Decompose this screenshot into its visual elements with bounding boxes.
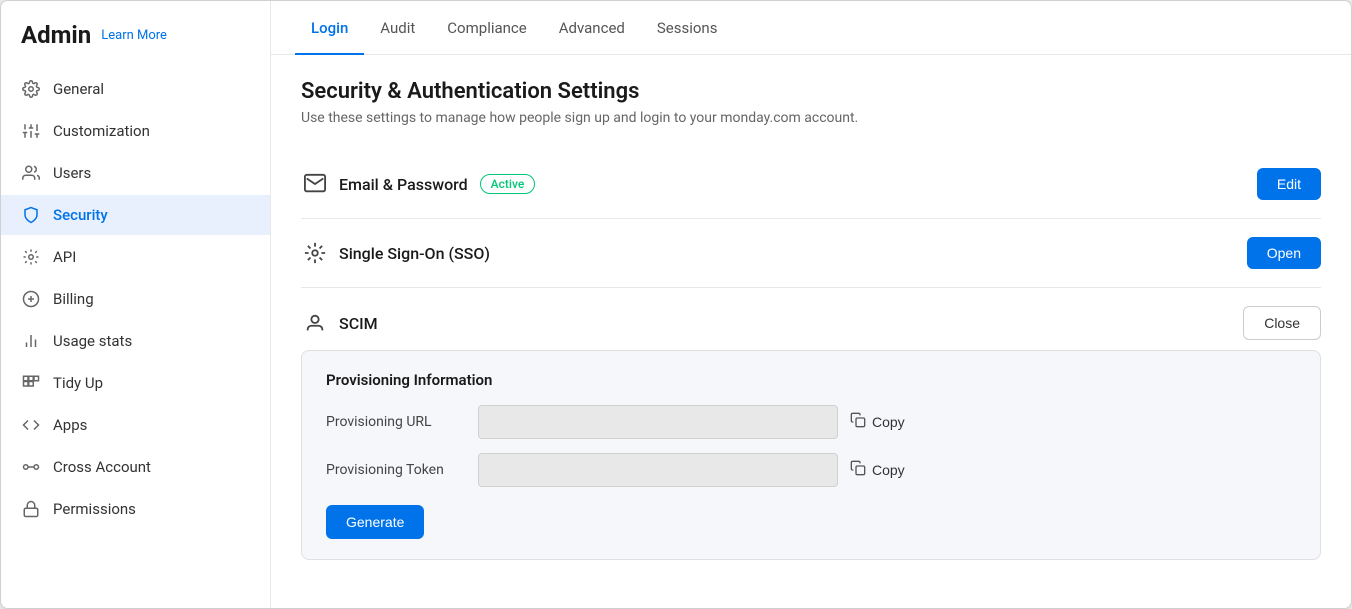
- copy-url-button[interactable]: Copy: [850, 412, 905, 433]
- provisioning-token-field: Provisioning Token Copy: [326, 453, 1296, 487]
- page-title: Security & Authentication Settings: [301, 79, 1321, 104]
- sidebar-item-usage-stats[interactable]: Usage stats: [1, 321, 270, 361]
- code-icon: [21, 415, 41, 435]
- sidebar-item-tidy-up[interactable]: Tidy Up: [1, 363, 270, 403]
- lock-icon: [21, 499, 41, 519]
- email-icon: [301, 173, 329, 195]
- sidebar-item-label-customization: Customization: [53, 122, 150, 140]
- scim-icon: [301, 312, 329, 334]
- sidebar-item-label-billing: Billing: [53, 290, 94, 308]
- sso-label: Single Sign-On (SSO): [339, 244, 1247, 263]
- scim-expand-panel: Provisioning Information Provisioning UR…: [301, 350, 1321, 560]
- provisioning-token-input[interactable]: [478, 453, 838, 487]
- close-button[interactable]: Close: [1243, 306, 1321, 340]
- shield-icon: [21, 205, 41, 225]
- admin-title: Admin: [21, 21, 91, 49]
- dollar-icon: [21, 289, 41, 309]
- provisioning-token-label: Provisioning Token: [326, 462, 466, 478]
- sidebar-item-label-permissions: Permissions: [53, 500, 136, 518]
- sso-row: Single Sign-On (SSO) Open: [301, 219, 1321, 288]
- provisioning-url-input[interactable]: [478, 405, 838, 439]
- generate-button[interactable]: Generate: [326, 505, 424, 539]
- tab-login[interactable]: Login: [295, 1, 364, 55]
- gear-icon: [21, 79, 41, 99]
- sidebar-item-label-cross-account: Cross Account: [53, 458, 151, 476]
- sidebar-item-apps[interactable]: Apps: [1, 405, 270, 445]
- sidebar-item-security[interactable]: Security: [1, 195, 270, 235]
- sidebar-item-label-security: Security: [53, 206, 108, 224]
- tabs-bar: Login Audit Compliance Advanced Sessions: [271, 1, 1351, 55]
- sidebar-item-label-tidy-up: Tidy Up: [53, 374, 103, 392]
- tab-compliance[interactable]: Compliance: [431, 1, 542, 55]
- copy-token-button[interactable]: Copy: [850, 460, 905, 481]
- cross-account-icon: [21, 457, 41, 477]
- sidebar-item-label-general: General: [53, 80, 104, 98]
- chart-icon: [21, 331, 41, 351]
- sliders-icon: [21, 121, 41, 141]
- copy-url-icon: [850, 412, 866, 433]
- sidebar-item-cross-account[interactable]: Cross Account: [1, 447, 270, 487]
- sso-icon: [301, 242, 329, 264]
- sidebar-item-users[interactable]: Users: [1, 153, 270, 193]
- sidebar-item-label-api: API: [53, 248, 76, 266]
- scim-label: SCIM: [339, 314, 1243, 333]
- users-icon: [21, 163, 41, 183]
- copy-url-label: Copy: [872, 414, 905, 430]
- provisioning-url-field: Provisioning URL Copy: [326, 405, 1296, 439]
- content-area: Security & Authentication Settings Use t…: [271, 55, 1351, 608]
- learn-more-link[interactable]: Learn More: [101, 28, 167, 43]
- copy-token-label: Copy: [872, 462, 905, 478]
- email-password-row: Email & Password Active Edit: [301, 150, 1321, 219]
- sidebar-item-billing[interactable]: Billing: [1, 279, 270, 319]
- sidebar-item-api[interactable]: API: [1, 237, 270, 277]
- main-content: Login Audit Compliance Advanced Sessions…: [271, 1, 1351, 608]
- provisioning-url-label: Provisioning URL: [326, 414, 466, 430]
- sidebar: Admin Learn More General Customization: [1, 1, 271, 608]
- provisioning-info-title: Provisioning Information: [326, 371, 1296, 389]
- sidebar-item-permissions[interactable]: Permissions: [1, 489, 270, 529]
- sidebar-nav: General Customization Users: [1, 69, 270, 529]
- copy-token-icon: [850, 460, 866, 481]
- api-icon: [21, 247, 41, 267]
- sidebar-item-label-usage-stats: Usage stats: [53, 332, 132, 350]
- active-badge: Active: [480, 174, 536, 194]
- edit-button[interactable]: Edit: [1257, 168, 1321, 200]
- sidebar-header: Admin Learn More: [1, 21, 270, 69]
- tidy-icon: [21, 373, 41, 393]
- page-subtitle: Use these settings to manage how people …: [301, 110, 1321, 126]
- sidebar-item-label-apps: Apps: [53, 416, 87, 434]
- scim-row: SCIM Close Provisioning Information Prov…: [301, 288, 1321, 578]
- open-button[interactable]: Open: [1247, 237, 1321, 269]
- sidebar-item-general[interactable]: General: [1, 69, 270, 109]
- tab-audit[interactable]: Audit: [364, 1, 431, 55]
- sidebar-item-label-users: Users: [53, 164, 91, 182]
- email-password-label: Email & Password Active: [339, 174, 1257, 194]
- tab-advanced[interactable]: Advanced: [543, 1, 641, 55]
- sidebar-item-customization[interactable]: Customization: [1, 111, 270, 151]
- tab-sessions[interactable]: Sessions: [641, 1, 734, 55]
